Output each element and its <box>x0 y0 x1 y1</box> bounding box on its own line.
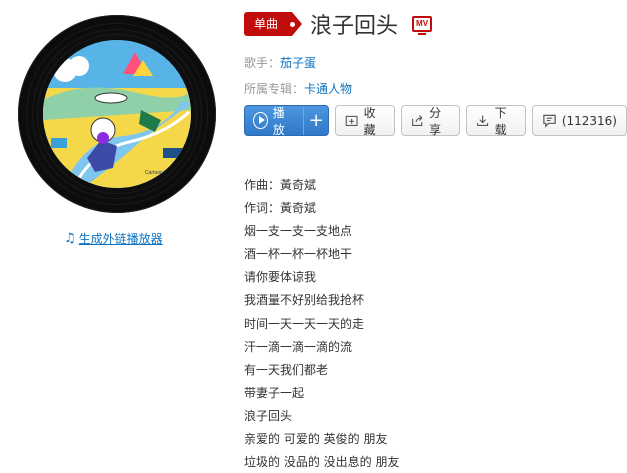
music-note-icon: ♫ <box>64 231 76 246</box>
download-icon <box>477 115 489 127</box>
share-button[interactable]: 分享 <box>400 105 461 137</box>
lyric-line: 酒一杯一杯一杯地干 <box>244 247 353 262</box>
collect-label: 收藏 <box>363 105 376 137</box>
collect-icon <box>346 115 358 127</box>
play-button[interactable]: 播放 <box>245 105 305 136</box>
mv-icon[interactable]: MV <box>412 16 433 35</box>
external-player-label: 生成外链播放器 <box>78 232 163 246</box>
album-cover[interactable]: Cartoon Wor <box>43 40 191 188</box>
lyric-line: 我酒量不好别给我抢杯 <box>244 293 365 308</box>
lyric-line: 作词：黃奇斌 <box>244 201 317 216</box>
lyric-line: 有一天我们都老 <box>244 362 329 377</box>
lyric-line: 烟一支一支一支地点 <box>244 224 353 239</box>
play-button-group: 播放 + <box>244 105 330 136</box>
share-label: 分享 <box>429 105 442 137</box>
action-toolbar: 播放 + 收藏 分享 下载 (112316) <box>244 105 627 137</box>
lyric-line: 亲爱的 可爱的 英俊的 朋友 <box>244 432 388 447</box>
lyric-line: 时间一天一天一天的走 <box>244 316 365 331</box>
singer-link[interactable]: 茄子蛋 <box>280 56 316 70</box>
song-title-row: 单曲 浪子回头 MV <box>244 9 433 39</box>
album-link[interactable]: 卡通人物 <box>304 82 352 96</box>
comment-icon <box>543 114 556 128</box>
lyrics-panel: 作曲：黃奇斌 作词：黃奇斌 烟一支一支一支地点 酒一杯一杯一杯地干 请你要体谅我… <box>244 176 399 473</box>
play-icon <box>253 112 268 129</box>
song-title: 浪子回头 <box>310 14 399 39</box>
comment-button[interactable]: (112316) <box>531 105 627 136</box>
singer-row: 歌手：茄子蛋 <box>244 54 316 71</box>
badge-dot-icon <box>290 22 296 27</box>
comment-count: (112316) <box>561 113 617 128</box>
lyric-line: 作曲：黃奇斌 <box>244 178 317 192</box>
album-row: 所属专辑：卡通人物 <box>244 80 352 97</box>
collect-button[interactable]: 收藏 <box>335 105 395 137</box>
lyric-line: 浪子回头 <box>244 408 293 423</box>
add-to-playlist-button[interactable]: + <box>304 106 328 135</box>
lyric-line: 请你要体谅我 <box>244 270 317 285</box>
single-badge-label: 单曲 <box>254 17 279 31</box>
lyric-line: 带妻子一起 <box>244 385 305 400</box>
generate-external-player-link[interactable]: ♫ 生成外链播放器 <box>64 230 163 247</box>
album-label: 所属专辑： <box>244 82 305 96</box>
download-label: 下载 <box>494 105 507 137</box>
share-icon <box>411 115 423 127</box>
lyric-line: 垃圾的 没品的 没出息的 朋友 <box>244 455 400 470</box>
play-label: 播放 <box>272 105 285 136</box>
song-page: Cartoon Wor ♫ 生成外链播放器 单曲 浪子回头 MV 歌手：茄子蛋 … <box>0 0 627 473</box>
download-button[interactable]: 下载 <box>466 105 526 137</box>
lyric-line: 汗一滴一滴一滴的流 <box>244 339 353 354</box>
single-badge: 单曲 <box>244 12 303 36</box>
singer-label: 歌手： <box>244 56 281 70</box>
